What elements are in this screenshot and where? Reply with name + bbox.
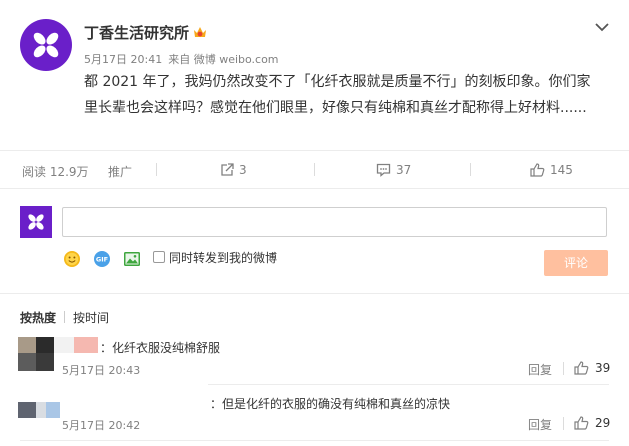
reply-button[interactable]: 回复 <box>528 416 552 433</box>
comment-input[interactable] <box>62 207 607 237</box>
share-icon <box>221 163 234 176</box>
thumbs-up-icon <box>574 361 589 375</box>
like-separator <box>563 417 564 430</box>
thumbs-up-icon <box>530 163 545 177</box>
submit-comment-button[interactable]: 评论 <box>544 250 608 276</box>
read-count: 阅读 12.9万 <box>22 165 89 179</box>
divider <box>0 188 629 189</box>
post-source: 来自 微博 weibo.com <box>168 53 279 66</box>
svg-text:GIF: GIF <box>96 256 108 264</box>
lilac-logo-icon <box>28 214 44 230</box>
emoji-icon[interactable] <box>63 250 81 272</box>
sort-by-hot[interactable]: 按热度 <box>20 311 56 325</box>
promote-button[interactable]: 推广 <box>108 163 132 180</box>
vip-badge-icon[interactable] <box>192 24 208 38</box>
action-separator <box>156 163 157 176</box>
like-separator <box>563 362 564 375</box>
comment-count: 37 <box>396 163 412 177</box>
comment-text: ：但是化纤的衣服的确没有纯棉和真丝的凉快 <box>210 397 451 411</box>
comment-like-count: 29 <box>595 416 611 430</box>
like-count: 145 <box>550 163 573 177</box>
action-separator <box>314 163 315 176</box>
comment-sort-bar: 按热度 按时间 <box>20 309 109 326</box>
post-action-bar: 阅读 12.9万 推广 3 37 145 <box>0 150 629 188</box>
divider <box>0 293 629 294</box>
divider <box>20 440 609 441</box>
gif-icon[interactable]: GIF <box>93 250 111 272</box>
comment-date: 5月17日 20:43 <box>62 364 141 377</box>
repost-button[interactable]: 3 <box>220 163 247 177</box>
thumbs-up-icon <box>574 416 589 430</box>
post-date[interactable]: 5月17日 20:41 <box>84 53 162 66</box>
sort-by-time[interactable]: 按时间 <box>73 311 109 325</box>
sort-separator <box>64 311 66 323</box>
author-avatar[interactable] <box>20 19 72 71</box>
image-icon[interactable] <box>123 250 141 272</box>
comment-date: 5月17日 20:42 <box>62 419 141 432</box>
reply-button[interactable]: 回复 <box>528 361 552 378</box>
action-separator <box>470 163 471 176</box>
like-button[interactable]: 145 <box>530 163 573 177</box>
comment-like-button[interactable] <box>574 360 589 379</box>
also-repost-label: 同时转发到我的微博 <box>169 251 278 265</box>
repost-count: 3 <box>239 163 247 177</box>
post-text: 都 2021 年了，我妈仍然改变不了「化纤衣服就是质量不行」的刻板印象。你们家里… <box>84 74 591 116</box>
comment-like-count: 39 <box>595 361 611 375</box>
comment-button[interactable]: 37 <box>376 163 411 177</box>
author-name[interactable]: 丁香生活研究所 <box>84 22 189 43</box>
lilac-logo-icon <box>33 32 59 58</box>
post-meta: 5月17日 20:41 来自 微博 weibo.com <box>84 51 285 67</box>
commenter-avatar-mosaic[interactable] <box>18 402 60 418</box>
chevron-down-icon[interactable] <box>594 18 610 32</box>
my-avatar[interactable] <box>20 206 52 238</box>
comment-text: ：化纤衣服没纯棉舒服 <box>100 341 221 355</box>
divider <box>208 384 609 385</box>
also-repost-checkbox[interactable] <box>153 251 165 263</box>
comment-icon <box>376 163 391 177</box>
comment-like-button[interactable] <box>574 415 589 434</box>
